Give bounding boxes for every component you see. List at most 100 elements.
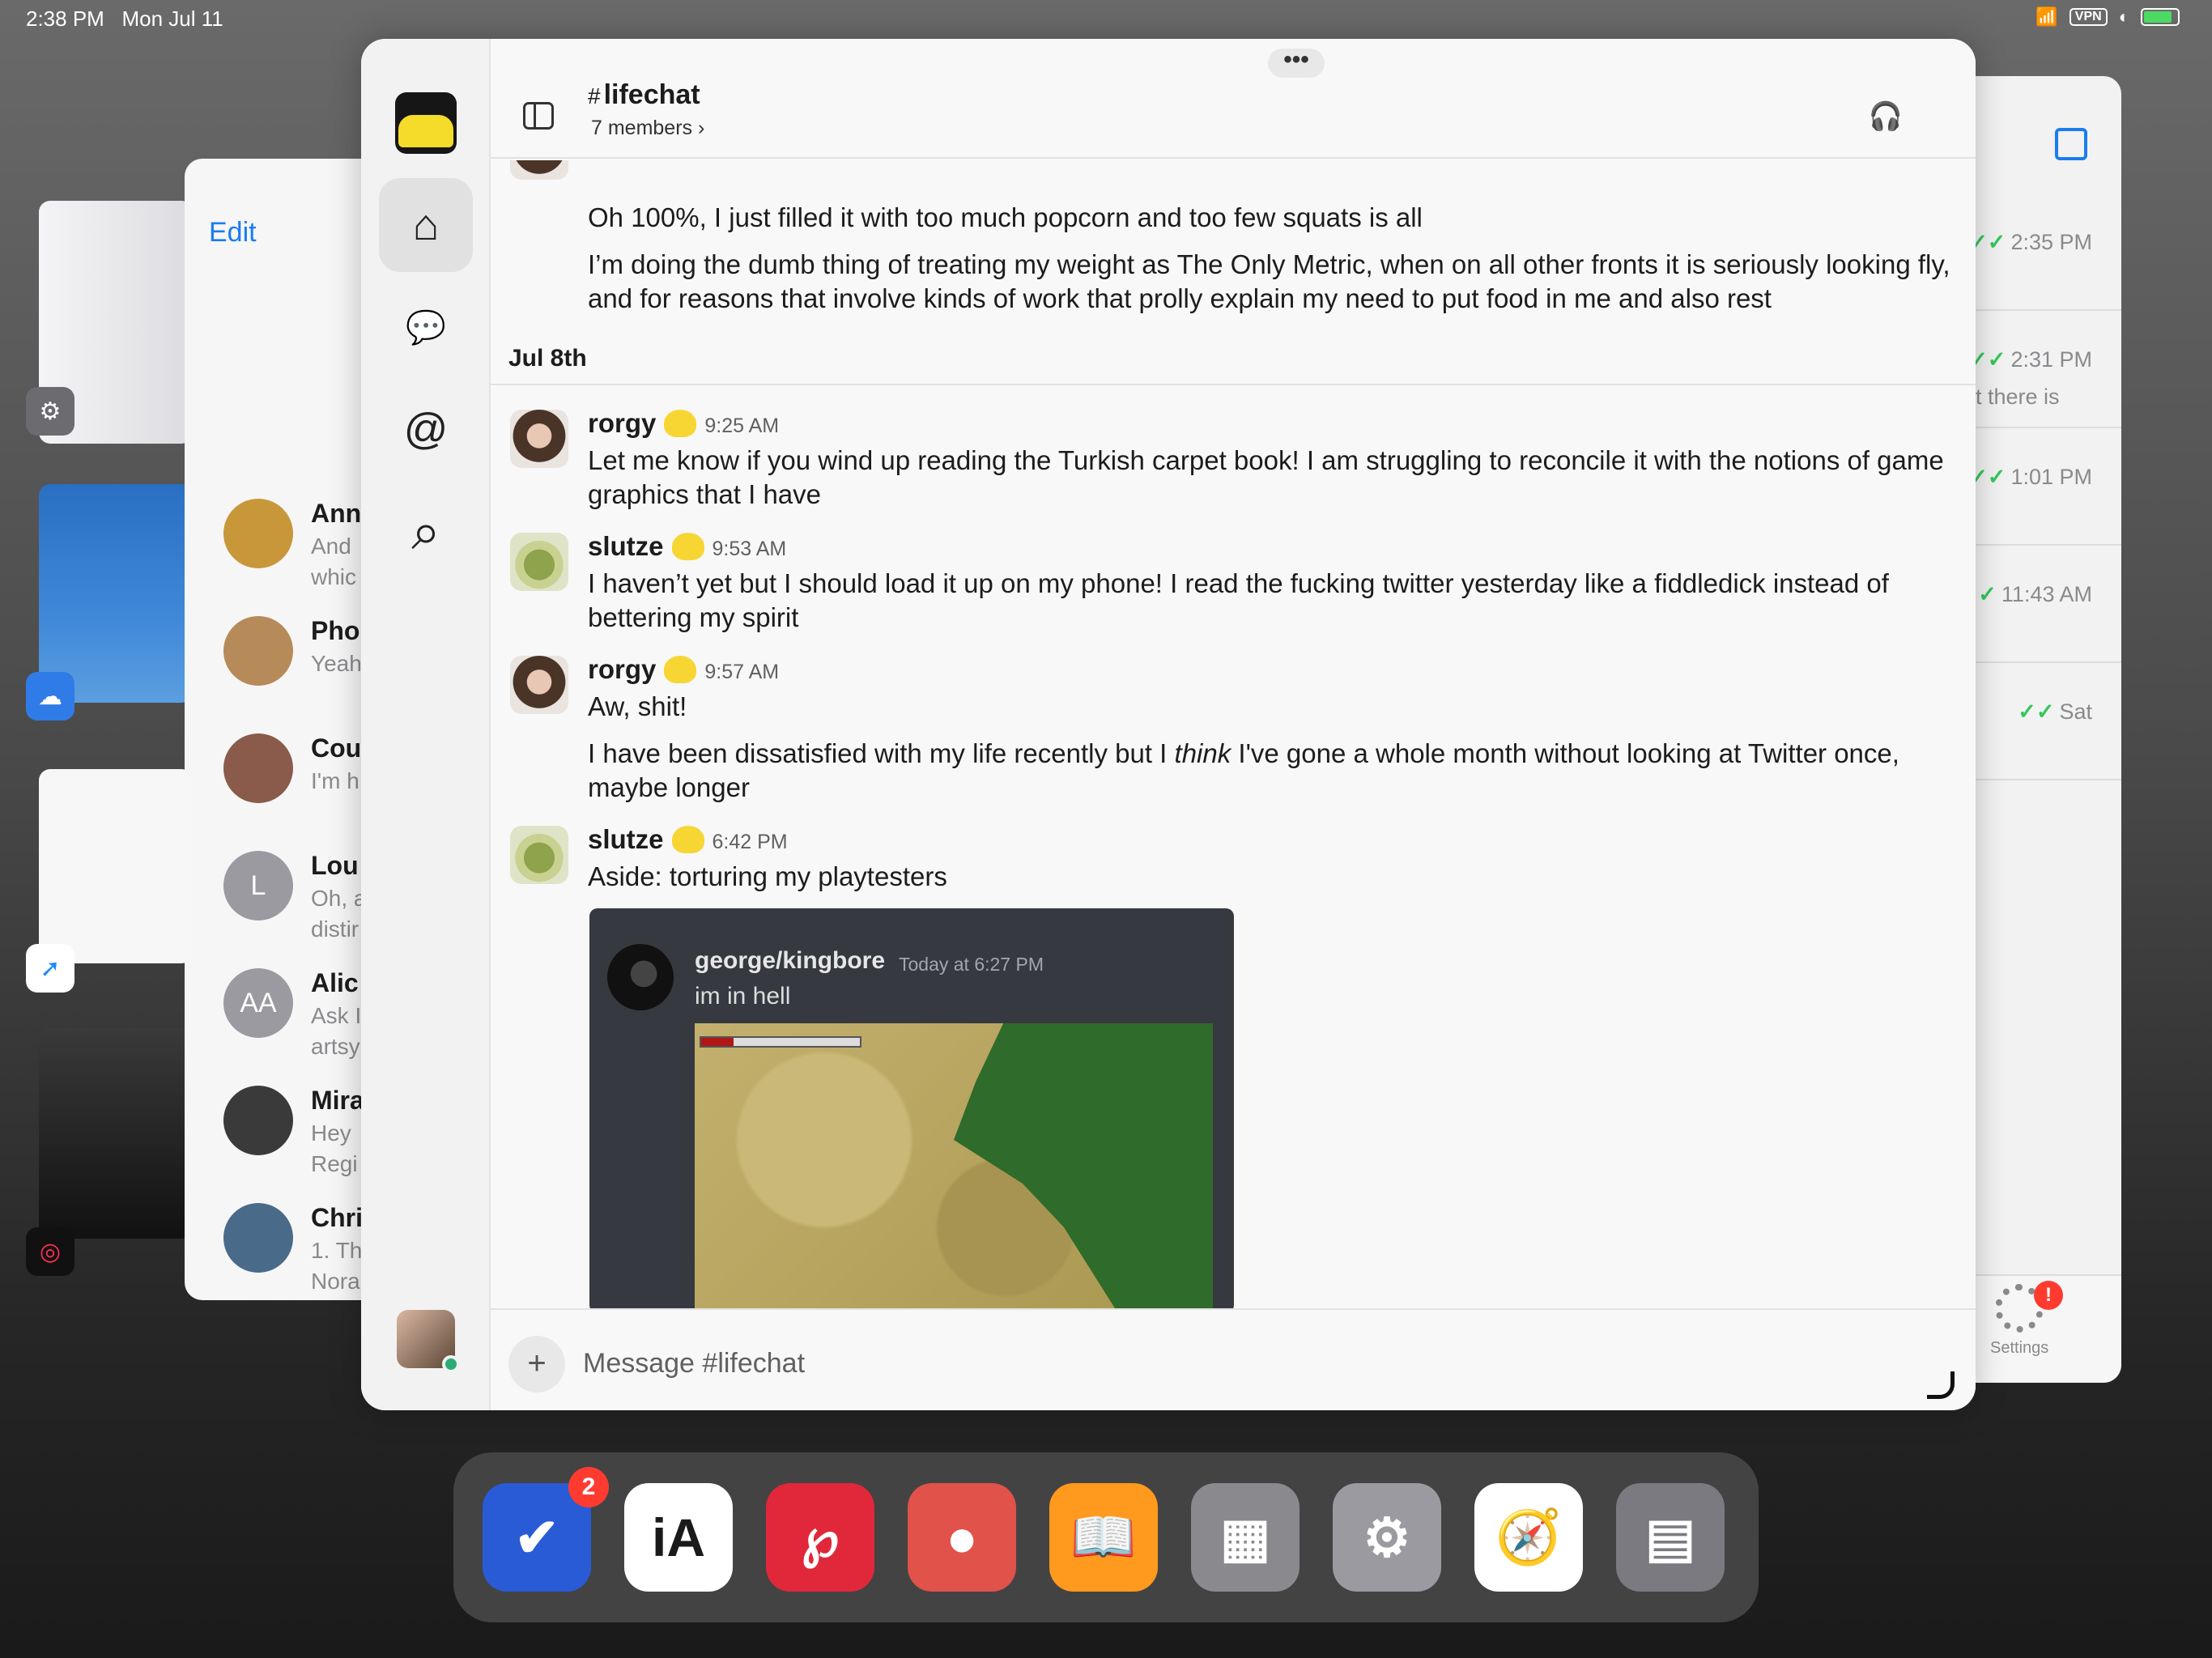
message-avatar[interactable] — [510, 533, 568, 591]
embed-text: im in hell — [695, 983, 791, 1010]
conversation-name: Ann — [311, 499, 362, 528]
status-bar: 2:38 PM Mon Jul 11 📶 VPN ◐ — [0, 0, 2212, 39]
mentions-nav-button[interactable]: @ — [379, 382, 473, 476]
message-avatar[interactable] — [510, 826, 568, 884]
conversation-name: Lou — [311, 851, 359, 880]
preview-line: distir — [311, 916, 359, 942]
conversation-avatar — [223, 1203, 293, 1273]
weather-app-icon[interactable]: ☁ — [26, 672, 74, 721]
resize-handle[interactable] — [1927, 1371, 1955, 1399]
message-composer: + — [491, 1308, 1976, 1410]
conversation-name: Chri — [311, 1203, 363, 1232]
presence-indicator — [442, 1355, 460, 1373]
message-author[interactable]: rorgy 9:25 AM — [588, 408, 779, 439]
conversation-name: Pho — [311, 616, 360, 645]
message-list: Oh 100%, I just filled it with too much … — [491, 160, 1976, 1308]
app-thumbnail-safari[interactable] — [39, 769, 193, 963]
preview-line: I'm h — [311, 768, 359, 793]
status-emoji-icon — [671, 533, 704, 560]
user-avatar[interactable] — [397, 1310, 460, 1373]
at-icon: @ — [403, 405, 449, 453]
message-timestamp: 6:42 PM — [712, 831, 788, 853]
preview-line: Yeah — [311, 651, 362, 676]
home-nav-button[interactable]: ⌂ — [379, 178, 473, 272]
multitasking-dots[interactable]: ••• — [1268, 48, 1325, 78]
message-timestamp: 9:25 AM — [704, 414, 780, 437]
message-input[interactable] — [583, 1333, 1878, 1394]
conversation-avatar — [223, 616, 293, 686]
message-author[interactable]: rorgy 9:57 AM — [588, 654, 779, 685]
conversation-avatar: AA — [223, 968, 293, 1038]
embed-avatar — [607, 944, 674, 1010]
conversation-avatar — [223, 499, 293, 568]
app-glyph-icon: 📖 — [1070, 1507, 1138, 1567]
embed-timestamp: Today at 6:27 PM — [899, 954, 1044, 975]
conversation-name: Mira — [311, 1086, 364, 1115]
conversation-preview: Yeah — [311, 648, 362, 679]
message-avatar[interactable] — [510, 410, 568, 468]
dock-app-settings[interactable]: ⚙ — [1333, 1483, 1441, 1592]
row-timestamp: ✓✓ Sat — [2018, 699, 2092, 724]
conversation-avatar — [223, 1086, 293, 1155]
sidebar-toggle-icon[interactable] — [523, 102, 554, 130]
message-text: I haven’t yet but I should load it up on… — [588, 568, 1889, 632]
app-glyph-icon: ℘ — [801, 1507, 840, 1567]
preview-line: 1. Th — [311, 1238, 363, 1263]
fitness-app-icon[interactable]: ◎ — [26, 1227, 74, 1276]
preview-line: whic — [311, 564, 357, 589]
row-timestamp: ✓✓ 11:43 AM — [1959, 582, 2092, 606]
app-glyph-icon: ▦ — [1219, 1507, 1271, 1567]
status-emoji-icon — [664, 656, 697, 683]
message-author[interactable]: slutze 6:42 PM — [588, 824, 788, 855]
vpn-badge: VPN — [2069, 8, 2108, 26]
game-screenshot[interactable] — [695, 1023, 1213, 1308]
status-time: 2:38 PM Mon Jul 11 — [26, 6, 223, 31]
message-avatar[interactable] — [510, 160, 568, 180]
dock-app-safari[interactable]: 🧭 — [1474, 1483, 1583, 1592]
message-author[interactable]: slutze 9:53 AM — [588, 531, 786, 562]
settings-app-icon[interactable]: ⚙ — [26, 387, 74, 436]
embed-author: george/kingbore — [695, 947, 886, 974]
dock-app-folder[interactable]: ▦ — [1191, 1483, 1300, 1592]
add-attachment-button[interactable]: + — [508, 1336, 565, 1392]
members-link[interactable]: 7 members › — [591, 117, 704, 140]
dock-app-ia-writer[interactable]: iA — [624, 1483, 733, 1592]
app-thumbnail-weather[interactable] — [39, 484, 193, 703]
dock-app-record[interactable]: ● — [908, 1483, 1016, 1592]
safari-app-icon[interactable]: ➚ — [26, 944, 74, 993]
channel-title[interactable]: # lifechat — [588, 79, 700, 111]
battery-icon — [2141, 8, 2180, 26]
app-thumbnail-tv[interactable] — [39, 1028, 193, 1239]
message-timestamp: 9:57 AM — [704, 661, 780, 683]
conversation-preview: Oh, a distir — [311, 883, 366, 945]
wifi-icon: 📶 — [2035, 6, 2058, 27]
day-divider: Jul 8th — [508, 345, 587, 372]
search-nav-button[interactable]: ⌕ — [379, 484, 473, 578]
settings-tab-label[interactable]: Settings — [1990, 1339, 2048, 1358]
status-icons: 📶 VPN ◐ — [2035, 6, 2180, 28]
dock-app-recent-apps[interactable]: ▤ — [1616, 1483, 1725, 1592]
workspace-icon[interactable] — [395, 92, 457, 154]
image-attachment[interactable]: george/kingbore Today at 6:27 PM im in h… — [589, 908, 1234, 1308]
edit-button[interactable]: Edit — [209, 217, 257, 249]
row-timestamp: ✓✓ 2:35 PM — [1969, 230, 2092, 254]
app-glyph-icon: ▤ — [1644, 1507, 1696, 1567]
preview-line: And — [311, 534, 351, 559]
headphones-icon[interactable]: 🎧 — [1869, 100, 1903, 133]
message-avatar[interactable] — [510, 656, 568, 714]
health-bar — [700, 1036, 861, 1048]
rotation-lock-icon: ◐ — [2118, 6, 2129, 27]
conversation-name: Cou — [311, 733, 362, 763]
app-glyph-icon: 🧭 — [1495, 1507, 1563, 1567]
conversation-name: Alic — [311, 968, 359, 997]
message-text: I’m doing the dumb thing of treating my … — [588, 249, 1950, 313]
conversation-preview: I'm h — [311, 766, 359, 797]
row-preview: t there is — [1976, 385, 2060, 409]
app-glyph-icon: ⚙ — [1363, 1507, 1411, 1567]
compose-icon[interactable] — [2055, 128, 2087, 160]
dms-nav-button[interactable]: 💬 — [379, 280, 473, 374]
preview-line: Regi — [311, 1151, 358, 1176]
double-check-icon: ✓✓ — [2018, 699, 2055, 724]
dock-app-books[interactable]: 📖 — [1049, 1483, 1158, 1592]
dock-app-peloton[interactable]: ℘ — [766, 1483, 874, 1592]
